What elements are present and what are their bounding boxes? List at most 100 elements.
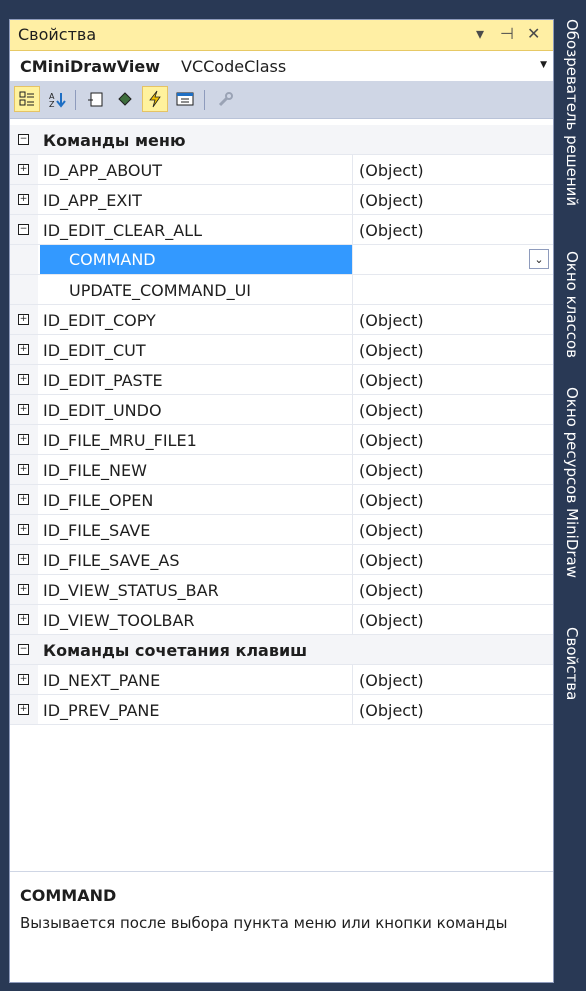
events-button[interactable] xyxy=(112,86,138,112)
expand-icon[interactable]: + xyxy=(18,434,29,445)
property-row[interactable]: + ID_VIEW_TOOLBAR (Object) xyxy=(10,605,553,635)
property-row-selected[interactable]: COMMAND ⌄ xyxy=(10,245,553,275)
chevron-down-icon[interactable]: ▼ xyxy=(540,60,547,70)
side-tabs: Обозреватель решений Окно классов Окно р… xyxy=(558,19,586,991)
property-value: (Object) xyxy=(359,701,424,720)
property-row[interactable]: − ID_EDIT_CLEAR_ALL (Object) xyxy=(10,215,553,245)
property-row[interactable]: + ID_PREV_PANE (Object) xyxy=(10,695,553,725)
property-value: (Object) xyxy=(359,491,424,510)
property-name: ID_FILE_SAVE_AS xyxy=(43,551,180,570)
messages-icon xyxy=(149,90,161,108)
object-selector[interactable]: CMiniDrawView VCCodeClass ▼ xyxy=(10,51,553,82)
category-row[interactable]: − Команды сочетания клавиш xyxy=(10,635,553,665)
property-value: (Object) xyxy=(359,341,424,360)
property-value: (Object) xyxy=(359,431,424,450)
property-row[interactable]: + ID_EDIT_UNDO (Object) xyxy=(10,395,553,425)
expand-icon[interactable]: + xyxy=(18,164,29,175)
expand-icon[interactable]: + xyxy=(18,464,29,475)
collapse-icon[interactable]: − xyxy=(18,224,29,235)
expand-icon[interactable]: + xyxy=(18,524,29,535)
property-name: ID_EDIT_CUT xyxy=(43,341,146,360)
properties-titlebar: Свойства ▾ ⊣ ✕ xyxy=(10,20,553,51)
collapse-icon[interactable]: − xyxy=(18,134,29,145)
property-row[interactable]: + ID_EDIT_COPY (Object) xyxy=(10,305,553,335)
property-name: COMMAND xyxy=(40,245,352,274)
properties-panel: Свойства ▾ ⊣ ✕ CMiniDrawView VCCodeClass… xyxy=(9,19,554,983)
alphabetical-button[interactable]: AZ xyxy=(44,86,70,112)
property-name: ID_VIEW_TOOLBAR xyxy=(43,611,195,630)
property-value: (Object) xyxy=(359,581,424,600)
object-class: VCCodeClass xyxy=(181,57,287,76)
overrides-button[interactable] xyxy=(172,86,198,112)
description-title: COMMAND xyxy=(20,886,117,905)
close-icon[interactable]: ✕ xyxy=(527,24,540,43)
property-value: (Object) xyxy=(359,611,424,630)
property-name: ID_APP_ABOUT xyxy=(43,161,162,180)
expand-icon[interactable]: + xyxy=(18,344,29,355)
expand-icon[interactable]: + xyxy=(18,314,29,325)
category-label: Команды меню xyxy=(43,131,186,150)
side-tab-properties[interactable]: Свойства xyxy=(563,627,581,700)
side-tab-resource-view[interactable]: Окно ресурсов MiniDraw xyxy=(563,387,581,578)
expand-icon[interactable]: + xyxy=(18,554,29,565)
property-value: (Object) xyxy=(359,221,424,240)
property-row[interactable]: + ID_APP_EXIT (Object) xyxy=(10,185,553,215)
dropdown-icon[interactable]: ▾ xyxy=(476,24,484,43)
object-name: CMiniDrawView xyxy=(20,57,160,76)
expand-icon[interactable]: + xyxy=(18,404,29,415)
expand-icon[interactable]: + xyxy=(18,194,29,205)
category-label: Команды сочетания клавиш xyxy=(43,641,308,660)
property-name: ID_EDIT_COPY xyxy=(43,311,156,330)
property-value: (Object) xyxy=(359,311,424,330)
property-row[interactable]: + ID_FILE_OPEN (Object) xyxy=(10,485,553,515)
property-row[interactable]: + ID_EDIT_PASTE (Object) xyxy=(10,365,553,395)
property-value: (Object) xyxy=(359,461,424,480)
property-name: ID_EDIT_CLEAR_ALL xyxy=(43,221,202,240)
overrides-icon xyxy=(176,92,194,106)
property-name: ID_FILE_SAVE xyxy=(43,521,151,540)
property-row[interactable]: + ID_VIEW_STATUS_BAR (Object) xyxy=(10,575,553,605)
property-row[interactable]: + ID_APP_ABOUT (Object) xyxy=(10,155,553,185)
side-tab-solution-explorer[interactable]: Обозреватель решений xyxy=(563,19,581,206)
property-value: (Object) xyxy=(359,191,424,210)
property-value: (Object) xyxy=(359,671,424,690)
expand-icon[interactable]: + xyxy=(18,494,29,505)
category-row[interactable]: − Команды меню xyxy=(10,125,553,155)
property-name: ID_NEXT_PANE xyxy=(43,671,161,690)
categorized-button[interactable] xyxy=(14,86,40,112)
pin-icon[interactable]: ⊣ xyxy=(500,24,514,43)
panel-title: Свойства xyxy=(18,25,97,44)
expand-icon[interactable]: + xyxy=(18,374,29,385)
property-value: (Object) xyxy=(359,161,424,180)
properties-icon xyxy=(88,92,103,107)
property-row[interactable]: + ID_NEXT_PANE (Object) xyxy=(10,665,553,695)
property-pages-button[interactable] xyxy=(212,86,238,112)
property-value: (Object) xyxy=(359,521,424,540)
property-row[interactable]: + ID_FILE_MRU_FILE1 (Object) xyxy=(10,425,553,455)
property-row[interactable]: + ID_FILE_NEW (Object) xyxy=(10,455,553,485)
property-name: ID_FILE_NEW xyxy=(43,461,147,480)
categorized-icon xyxy=(19,91,34,106)
expand-icon[interactable]: + xyxy=(18,674,29,685)
expand-icon[interactable]: + xyxy=(18,704,29,715)
expand-icon[interactable]: + xyxy=(18,584,29,595)
wrench-icon xyxy=(218,92,233,107)
properties-button[interactable] xyxy=(82,86,108,112)
property-name: ID_FILE_OPEN xyxy=(43,491,154,510)
property-row[interactable]: + ID_FILE_SAVE (Object) xyxy=(10,515,553,545)
description-text: Вызывается после выбора пункта меню или … xyxy=(20,914,508,932)
expand-icon[interactable]: + xyxy=(18,614,29,625)
property-row[interactable]: + ID_EDIT_CUT (Object) xyxy=(10,335,553,365)
property-value: (Object) xyxy=(359,401,424,420)
property-row[interactable]: UPDATE_COMMAND_UI xyxy=(10,275,553,305)
events-icon xyxy=(118,92,132,106)
chevron-down-icon[interactable]: ⌄ xyxy=(529,249,549,269)
collapse-icon[interactable]: − xyxy=(18,644,29,655)
messages-button[interactable] xyxy=(142,86,168,112)
side-tab-class-view[interactable]: Окно классов xyxy=(563,251,581,358)
properties-toolbar: AZ xyxy=(10,82,553,119)
property-name: ID_VIEW_STATUS_BAR xyxy=(43,581,219,600)
property-value: (Object) xyxy=(359,371,424,390)
svg-text:Z: Z xyxy=(49,100,55,108)
property-row[interactable]: + ID_FILE_SAVE_AS (Object) xyxy=(10,545,553,575)
